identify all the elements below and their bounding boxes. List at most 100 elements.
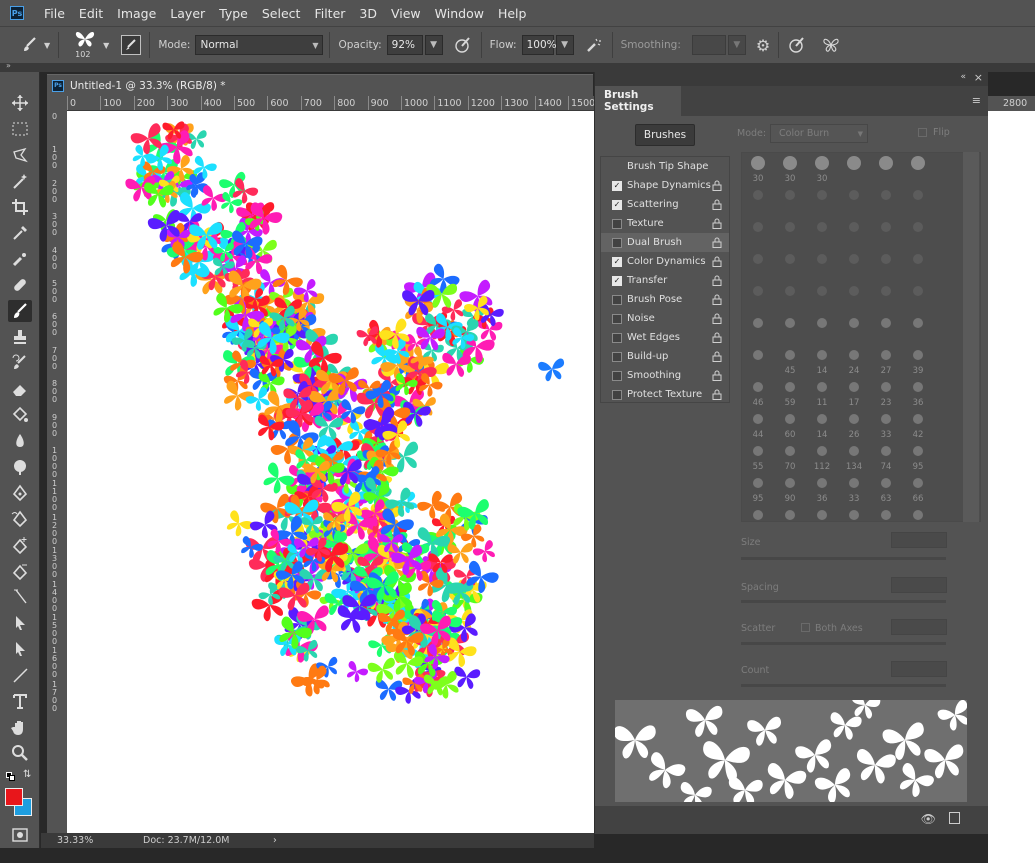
brush-tip[interactable] <box>753 318 763 328</box>
photoshop-logo-icon[interactable]: Ps <box>10 6 24 20</box>
brush-tip[interactable]: 30 <box>815 156 829 184</box>
lock-icon[interactable] <box>712 351 722 365</box>
expand-double-arrow-icon[interactable]: » <box>6 61 11 70</box>
brush-tip[interactable]: 95 <box>913 446 924 472</box>
brush-tip[interactable] <box>817 286 827 296</box>
lock-icon[interactable] <box>712 332 722 346</box>
spot-healing-tool-icon[interactable] <box>8 248 32 270</box>
brush-tip[interactable]: 39 <box>913 350 924 376</box>
mode-select[interactable]: Color Burn ▼ <box>770 124 868 143</box>
spacing-input[interactable] <box>891 577 947 593</box>
brush-tip[interactable]: 30 <box>783 156 797 184</box>
brush-tip[interactable]: 45 <box>785 350 796 376</box>
flip-checkbox[interactable] <box>918 128 927 137</box>
checkbox[interactable] <box>612 332 622 343</box>
lock-icon[interactable] <box>712 313 722 327</box>
brush-tip[interactable] <box>817 318 827 328</box>
brush-option-scattering[interactable]: ✓ Scattering <box>601 195 729 214</box>
gear-icon[interactable]: ⚙ <box>756 36 770 55</box>
line-tool-icon[interactable] <box>8 586 32 608</box>
checkbox[interactable]: ✓ <box>612 180 622 191</box>
brush-tip[interactable] <box>913 222 923 232</box>
eraser-tool-icon[interactable] <box>8 378 32 400</box>
document-canvas[interactable] <box>67 111 594 833</box>
lasso-tool-icon[interactable] <box>8 144 32 166</box>
marquee-tool-icon[interactable] <box>8 118 32 140</box>
status-menu-arrow-icon[interactable]: › <box>273 835 277 846</box>
brush-tip[interactable] <box>881 254 891 264</box>
brush-tip[interactable] <box>785 222 795 232</box>
brush-tip[interactable]: 17 <box>849 382 860 408</box>
brush-tip[interactable]: 23 <box>881 382 892 408</box>
brush-picker[interactable]: 102 <box>73 29 97 61</box>
brush-tip[interactable] <box>849 286 859 296</box>
opacity-input[interactable]: 92% <box>386 35 423 55</box>
brush-tip[interactable]: 59 <box>785 382 796 408</box>
brush-tip[interactable]: 30 <box>751 156 765 184</box>
count-input[interactable] <box>891 661 947 677</box>
flow-dropdown[interactable]: ▼ <box>555 35 574 55</box>
menu-image[interactable]: Image <box>117 6 156 21</box>
menu-view[interactable]: View <box>391 6 421 21</box>
lock-icon[interactable] <box>712 389 722 403</box>
lock-icon[interactable] <box>712 199 722 213</box>
magic-wand-tool-icon[interactable] <box>8 170 32 192</box>
blur-tool-icon[interactable] <box>8 430 32 452</box>
brush-tip[interactable]: 48 <box>849 510 860 536</box>
brush-tip[interactable]: 55 <box>753 446 764 472</box>
brush-tool-icon[interactable] <box>8 300 32 322</box>
brush-tip[interactable]: 33 <box>881 414 892 440</box>
menu-filter[interactable]: Filter <box>314 6 345 21</box>
zoom-tool-icon[interactable] <box>8 742 32 764</box>
collapse-double-arrow-icon[interactable]: « <box>960 72 966 82</box>
panel-menu-icon[interactable]: ≡ <box>972 94 981 107</box>
zoom-level[interactable]: 33.33% <box>57 835 127 846</box>
scatter-slider[interactable] <box>741 642 946 645</box>
lock-icon[interactable] <box>712 180 722 194</box>
brush-tip[interactable]: 11 <box>817 382 828 408</box>
brush-tip[interactable] <box>913 254 923 264</box>
brush-tip[interactable]: 55 <box>913 510 924 536</box>
checkbox[interactable]: ✓ <box>612 199 622 210</box>
brush-tip[interactable]: 46 <box>753 382 764 408</box>
brush-tip[interactable] <box>785 286 795 296</box>
brush-tip[interactable]: 39 <box>753 510 764 536</box>
smoothing-dropdown[interactable]: ▼ <box>727 35 746 55</box>
checkbox[interactable] <box>612 370 622 381</box>
brush-option-shape-dynamics[interactable]: ✓ Shape Dynamics <box>601 176 729 195</box>
brush-tip[interactable]: 63 <box>881 478 892 504</box>
brush-tip[interactable]: 32 <box>881 510 892 536</box>
close-icon[interactable]: × <box>974 71 983 84</box>
checkbox[interactable] <box>612 294 622 305</box>
brush-tip[interactable] <box>753 222 763 232</box>
lock-icon[interactable] <box>712 275 722 289</box>
menu-layer[interactable]: Layer <box>170 6 205 21</box>
brush-tip[interactable]: 24 <box>849 350 860 376</box>
pressure-size-icon[interactable] <box>787 36 807 54</box>
brush-tip[interactable] <box>881 286 891 296</box>
brush-tip[interactable]: 90 <box>785 478 796 504</box>
lock-icon[interactable] <box>712 370 722 384</box>
brush-option-noise[interactable]: Noise <box>601 309 729 328</box>
flow-input[interactable]: 100% <box>521 35 557 55</box>
brush-tip[interactable]: 14 <box>817 350 828 376</box>
checkbox[interactable]: ✓ <box>612 256 622 267</box>
brush-tip[interactable]: 26 <box>849 414 860 440</box>
convert-point-tool-icon[interactable] <box>8 560 32 582</box>
chevron-down-icon[interactable]: ▼ <box>103 41 109 50</box>
checkbox[interactable] <box>612 218 622 229</box>
brush-option-build-up[interactable]: Build-up <box>601 347 729 366</box>
lock-icon[interactable] <box>712 218 722 232</box>
brush-option-dual-brush[interactable]: Dual Brush <box>601 233 729 252</box>
brush-tip[interactable]: 11 <box>817 510 828 536</box>
direct-selection-tool-icon[interactable] <box>8 638 32 660</box>
type-tool-icon[interactable] <box>8 690 32 712</box>
brush-tip[interactable]: 14 <box>817 414 828 440</box>
line-shape-tool-icon[interactable] <box>8 664 32 686</box>
brush-option-transfer[interactable]: ✓ Transfer <box>601 271 729 290</box>
brush-tip[interactable] <box>849 190 859 200</box>
menu-file[interactable]: File <box>44 6 65 21</box>
chevron-down-icon[interactable]: ▼ <box>44 41 50 50</box>
brush-option-wet-edges[interactable]: Wet Edges <box>601 328 729 347</box>
foreground-color-swatch[interactable] <box>5 788 23 806</box>
